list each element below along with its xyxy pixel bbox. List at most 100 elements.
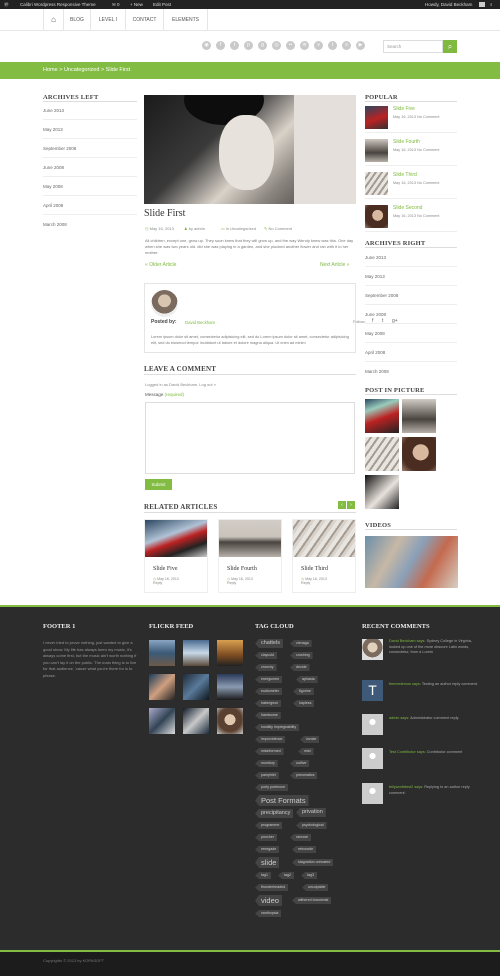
popular-item[interactable]: Slide Second May 16, 2013 No Comment (365, 204, 457, 232)
flickr-thumb[interactable] (183, 708, 209, 734)
admin-edit-link[interactable]: Edit Post (153, 0, 171, 9)
popular-item[interactable]: Slide Third May 16, 2013 No Comment (365, 171, 457, 199)
tag-link[interactable]: withered brandmist (292, 897, 332, 904)
featured-image[interactable] (144, 95, 356, 204)
admin-new-link[interactable]: + New (130, 0, 143, 9)
post-comments-link[interactable]: ✎ No Comment (264, 226, 292, 231)
picture-thumb[interactable] (365, 437, 399, 471)
flickr-thumb[interactable] (217, 640, 243, 666)
comment-author[interactable]: admin says: (389, 716, 409, 720)
tag-link[interactable]: video (255, 895, 282, 906)
comment-author[interactable]: David Beckham says: (389, 639, 426, 643)
archive-left-item[interactable]: June 2008 (43, 158, 137, 177)
tag-link[interactable]: habergeon (255, 700, 282, 707)
flickr-thumb[interactable] (217, 708, 243, 734)
search-button[interactable]: ⌕ (443, 40, 457, 53)
comment-text[interactable]: Testing an author reply comment. (422, 682, 478, 686)
tag-link[interactable]: privation (296, 808, 326, 817)
admin-site-link[interactable]: Calibri Wordpress Responsive Theme (20, 0, 96, 9)
flickr-thumb[interactable] (183, 640, 209, 666)
tag-link[interactable]: stagnation unhosted (292, 859, 334, 866)
tag-link[interactable]: puncher (255, 834, 277, 841)
submit-button[interactable]: Submit (145, 479, 172, 490)
tag-link[interactable]: hapless (293, 700, 315, 707)
comment-author[interactable]: tellyworthtest2 says: (389, 785, 423, 789)
tag-link[interactable]: slide (255, 857, 280, 868)
comment-avatar[interactable] (362, 748, 383, 769)
tag-link[interactable]: xanthopsia (255, 910, 282, 917)
comment-avatar[interactable] (362, 714, 383, 735)
comment-author[interactable]: Test Contributor says: (389, 750, 426, 754)
tag-link[interactable]: tag3 (301, 872, 317, 879)
popular-item-title[interactable]: Slide Second (393, 205, 422, 211)
archive-left-item[interactable]: May 2013 (43, 120, 137, 139)
popular-item[interactable]: Slide Fourth May 16, 2013 No Comment (365, 138, 457, 166)
logged-in-text[interactable]: Logged in as David Beckham. Log out » (145, 382, 216, 387)
linkedin-icon[interactable]: in (300, 41, 309, 50)
popular-comments[interactable]: No Comment (417, 214, 439, 218)
archive-left-item[interactable]: April 2008 (43, 196, 137, 215)
popular-thumb[interactable] (365, 172, 388, 195)
google-plus-icon[interactable]: g (258, 41, 267, 50)
youtube-icon[interactable]: ▶ (356, 41, 365, 50)
picture-thumb[interactable] (365, 399, 399, 433)
older-article-link[interactable]: « Older Article (145, 262, 176, 268)
twitter-icon[interactable]: t (230, 41, 239, 50)
tag-link[interactable]: psychological (296, 822, 327, 829)
tag-link[interactable]: ramose (290, 834, 311, 841)
nav-item-blog[interactable]: BLOG (64, 9, 91, 31)
related-card-title[interactable]: Slide Five (153, 566, 178, 572)
dribbble-icon[interactable]: ◎ (272, 41, 281, 50)
tag-link[interactable]: pneumatics (290, 772, 318, 779)
archive-right-item[interactable]: April 2008 (365, 343, 457, 362)
popular-item-title[interactable]: Slide Fourth (393, 139, 420, 145)
admin-search-icon[interactable]: ⌕ (490, 0, 493, 9)
popular-comments[interactable]: No Comment (417, 148, 439, 152)
home-icon[interactable]: ⌂ (43, 9, 64, 31)
comment-text[interactable]: Contributor comment (427, 750, 462, 754)
tag-link[interactable]: crushing (290, 652, 313, 659)
search-input[interactable]: Search (383, 40, 443, 53)
archive-right-item[interactable]: June 2013 (365, 248, 457, 267)
archive-left-item[interactable]: March 2008 (43, 215, 137, 234)
message-textarea[interactable] (145, 402, 355, 474)
popular-comments[interactable]: No Comment (417, 181, 439, 185)
tag-link[interactable]: cienaga (290, 640, 312, 647)
picture-thumb[interactable] (365, 475, 399, 509)
newer-article-link[interactable]: Next Article » (320, 262, 349, 268)
tag-link[interactable]: decide (290, 664, 310, 671)
tag-link[interactable]: unculpable (302, 884, 329, 891)
tag-link[interactable]: figurine (293, 688, 314, 695)
flickr-thumb[interactable] (149, 640, 175, 666)
popular-item[interactable]: Slide Five May 16, 2013 No Comment (365, 105, 457, 133)
related-reply[interactable]: Reply (301, 581, 310, 585)
nav-item-level-1[interactable]: LEVEL I (91, 9, 126, 31)
archive-left-item[interactable]: September 2008 (43, 139, 137, 158)
related-prev-button[interactable]: ‹ (338, 501, 346, 509)
tag-link[interactable]: monitory (255, 760, 278, 767)
nav-item-elements[interactable]: ELEMENTS (164, 9, 208, 31)
related-next-button[interactable]: › (347, 501, 355, 509)
admin-avatar[interactable] (479, 2, 485, 7)
tag-link[interactable]: precipitancy (255, 809, 294, 818)
popular-thumb[interactable] (365, 205, 388, 228)
pinterest-icon[interactable]: p (244, 41, 253, 50)
tag-link[interactable]: tag2 (278, 872, 294, 879)
related-reply[interactable]: Reply (153, 581, 162, 585)
tag-link[interactable]: thunderheaded (255, 884, 289, 891)
tag-link[interactable]: porty portmove (255, 784, 288, 791)
tumblr-icon[interactable]: t (328, 41, 337, 50)
tag-link[interactable]: outlive (290, 760, 310, 767)
flickr-thumb[interactable] (149, 674, 175, 700)
comment-avatar[interactable]: T (362, 680, 383, 701)
comment-text[interactable]: Administrator comment reply. (410, 716, 459, 720)
related-card[interactable]: Slide Five ◷ May 16, 2013 Reply (144, 519, 208, 593)
archive-right-item[interactable]: March 2008 (365, 362, 457, 381)
post-category[interactable]: ▭ in Uncategorized (221, 226, 256, 231)
tag-link[interactable]: crunchy (255, 664, 277, 671)
tag-link[interactable]: Post Formats (255, 795, 309, 806)
wordpress-icon[interactable]: Ⓦ (4, 0, 9, 9)
tag-link[interactable]: claycold (255, 652, 277, 659)
archive-right-item[interactable]: May 2013 (365, 267, 457, 286)
popular-item-title[interactable]: Slide Third (393, 172, 417, 178)
